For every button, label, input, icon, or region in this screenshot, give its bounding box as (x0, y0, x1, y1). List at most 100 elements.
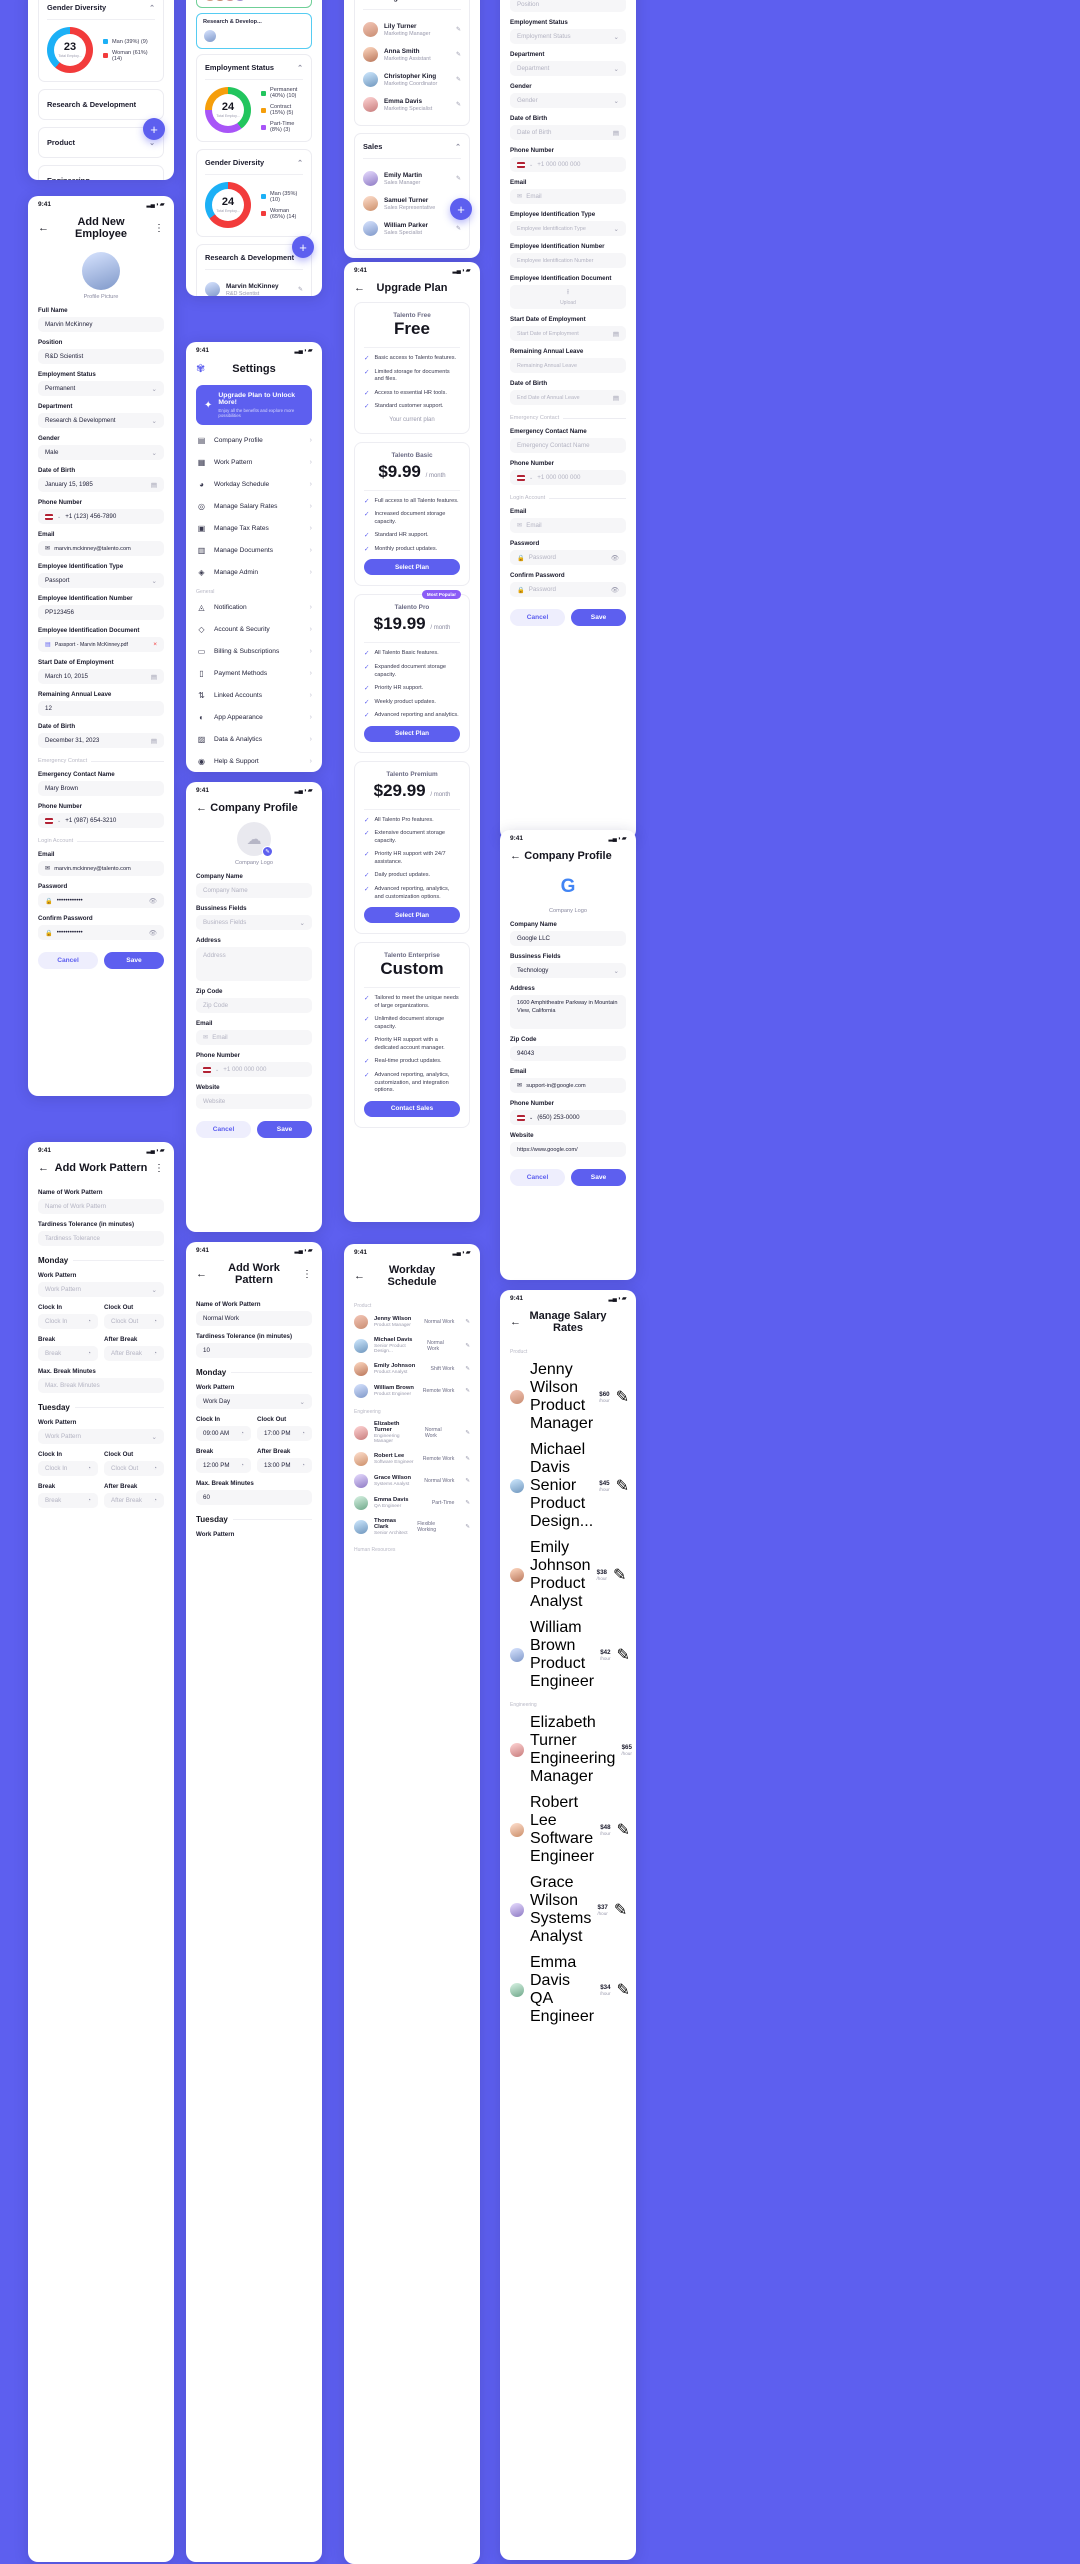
table-row[interactable]: Michael Davis Senior Product Design... Nor… (354, 1333, 470, 1358)
address-textarea[interactable]: Address (196, 947, 312, 981)
back-icon[interactable]: ← (38, 222, 52, 234)
password-input[interactable]: 🔒 •••••••••••• 👁 (38, 893, 164, 908)
back-icon[interactable]: ← (196, 802, 210, 814)
remove-icon[interactable]: × (153, 641, 157, 648)
avatar[interactable] (82, 252, 120, 290)
table-row[interactable]: Emily Johnson Product Analyst Shift Work ✎ (354, 1358, 470, 1380)
edit-icon[interactable]: ✎ (456, 175, 461, 182)
position-input[interactable]: Position (510, 0, 626, 12)
settings-item-notification[interactable]: ◬ Notification › (196, 596, 312, 618)
table-row[interactable]: Thomas Clark Senior Architect Flexible Wor… (354, 1514, 470, 1540)
eye-icon[interactable]: 👁 (611, 586, 619, 594)
list-item[interactable]: William Parker Sales Specialist ✎ (363, 216, 461, 241)
edit-icon[interactable]: ✎ (456, 225, 461, 232)
select-plan-button[interactable]: Select Plan (364, 725, 460, 742)
table-row[interactable]: Robert Lee Software Engineer Remote Work ✎ (354, 1448, 470, 1470)
settings-item-account-security[interactable]: ◇ Account & Security › (196, 618, 312, 640)
edit-icon[interactable]: ✎ (465, 1524, 470, 1530)
save-button[interactable]: Save (571, 609, 626, 626)
settings-item-workday-schedule[interactable]: ◕ Workday Schedule › (196, 473, 312, 495)
phone-input[interactable]: ⌄ +1 (123) 456-7890 (38, 509, 164, 524)
table-row[interactable]: Jenny Wilson Product Manager Normal Work ✎ (354, 1311, 470, 1333)
settings-item-salary-rates[interactable]: ◎ Manage Salary Rates › (196, 495, 312, 517)
company-logo[interactable]: G (551, 870, 585, 904)
edit-icon[interactable]: ✎ (465, 1388, 470, 1394)
id-type-select[interactable]: Employee Identification Type ⌄ (510, 221, 626, 236)
edit-icon[interactable]: ✎ (465, 1366, 470, 1372)
work-pattern-select[interactable]: Work Day ⌄ (196, 1394, 312, 1409)
after-break-input[interactable]: After Break ◔ (104, 1346, 164, 1361)
edit-icon[interactable]: ✎ (298, 286, 303, 293)
id-number-input[interactable]: PP123456 (38, 605, 164, 620)
break-input[interactable]: Break ◔ (38, 1346, 98, 1361)
email-input[interactable]: ✉ Email (510, 189, 626, 204)
edit-icon[interactable]: ✎ (465, 1430, 470, 1436)
break-input[interactable]: Break ◔ (38, 1493, 98, 1508)
cancel-button[interactable]: Cancel (38, 952, 98, 969)
employment-status-select[interactable]: Employment Status ⌄ (510, 29, 626, 44)
email-input[interactable]: ✉ marvin.mckinney@talento.com (38, 541, 164, 556)
start-date-input[interactable]: Start Date of Employment ▤ (510, 326, 626, 341)
cancel-button[interactable]: Cancel (196, 1121, 251, 1138)
clock-in-input[interactable]: Clock In ◔ (38, 1461, 98, 1476)
table-row[interactable]: Elizabeth Turner Engineering Manager Norma… (354, 1417, 470, 1448)
login-email-input[interactable]: ✉ marvin.mckinney@talento.com (38, 861, 164, 876)
cancel-button[interactable]: Cancel (510, 609, 565, 626)
phone-input[interactable]: ⌄ +1 000 000 000 (510, 157, 626, 172)
break-input[interactable]: 12:00 PM ◔ (196, 1458, 251, 1473)
list-item[interactable]: Anna Smith Marketing Assistant ✎ (363, 42, 461, 67)
back-icon[interactable]: ← (354, 282, 368, 294)
list-item[interactable]: Samuel TurnerSales Representative✎ (363, 191, 461, 216)
edit-icon[interactable]: ✎ (617, 1645, 630, 1665)
email-input[interactable]: ✉ Email (196, 1030, 312, 1045)
select-plan-button[interactable]: Select Plan (364, 907, 460, 924)
list-item[interactable]: Emma Davis Marketing Specialist ✎ (363, 92, 461, 117)
edit-icon[interactable]: ✎ (613, 1565, 626, 1585)
id-type-select[interactable]: Passport ⌄ (38, 573, 164, 588)
annual-leave-input[interactable]: 12 (38, 701, 164, 716)
list-item[interactable]: Lily Turner Marketing Manager ✎ (363, 17, 461, 42)
settings-item-admin[interactable]: ◈ Manage Admin › (196, 561, 312, 583)
pattern-name-input[interactable]: Normal Work (196, 1311, 312, 1326)
edit-icon[interactable]: ✎ (614, 1900, 627, 1920)
leave-end-date-input[interactable]: December 31, 2023 ▤ (38, 733, 164, 748)
edit-icon[interactable]: ✎ (465, 1500, 470, 1506)
table-row[interactable]: Emily Johnson Product Analyst $38/hour ✎ (510, 1535, 626, 1615)
password-input[interactable]: 🔒 Password 👁 (510, 550, 626, 565)
chevron-up-icon[interactable]: ⌃ (297, 64, 303, 72)
business-fields-select[interactable]: Business Fields ⌄ (196, 915, 312, 930)
eye-icon[interactable]: 👁 (149, 929, 157, 937)
business-fields-select[interactable]: Technology ⌄ (510, 963, 626, 978)
employment-status-select[interactable]: Permanent ⌄ (38, 381, 164, 396)
upgrade-promo-banner[interactable]: ✦ Upgrade Plan to Unlock More! Enjoy all… (196, 385, 312, 425)
save-button[interactable]: Save (104, 952, 164, 969)
edit-icon[interactable]: ✎ (617, 1980, 630, 2000)
dept-pill-marketing[interactable]: Marketing (4) (196, 0, 312, 8)
edit-icon[interactable]: ✎ (465, 1478, 470, 1484)
pattern-name-input[interactable]: Name of Work Pattern (38, 1199, 164, 1214)
edit-icon[interactable]: ✎ (617, 1820, 630, 1840)
confirm-password-input[interactable]: 🔒 Password 👁 (510, 582, 626, 597)
after-break-input[interactable]: After Break ◔ (104, 1493, 164, 1508)
table-row[interactable]: Michael Davis Senior Product Design... $45… (510, 1437, 629, 1535)
more-icon[interactable]: ⋮ (298, 1269, 312, 1280)
edit-icon[interactable]: ✎ (616, 1387, 629, 1407)
table-row[interactable]: Robert Lee Software Engineer $48/hour ✎ (510, 1790, 630, 1870)
dept-pill-rd[interactable]: Research & Develop... (196, 13, 312, 49)
back-icon[interactable]: ← (38, 1162, 52, 1174)
eye-icon[interactable]: 👁 (149, 897, 157, 905)
email-input[interactable]: ✉ support-in@google.com (510, 1078, 626, 1093)
camera-icon[interactable]: ✎ (262, 846, 273, 857)
clock-out-input[interactable]: Clock Out ◔ (104, 1314, 164, 1329)
table-row[interactable]: William Brown Product Engineer $42/hour ✎ (510, 1615, 630, 1695)
department-select[interactable]: Research & Development ⌄ (38, 413, 164, 428)
emergency-name-input[interactable]: Emergency Contact Name (510, 438, 626, 453)
table-row[interactable]: Emma Davis QA Engineer Part-Time ✎ (354, 1492, 470, 1514)
department-select[interactable]: Department ⌄ (510, 61, 626, 76)
emergency-phone-input[interactable]: ⌄ +1 000 000 000 (510, 470, 626, 485)
back-icon[interactable]: ← (354, 1270, 368, 1282)
back-icon[interactable]: ← (510, 850, 524, 862)
select-plan-button[interactable]: Select Plan (364, 559, 460, 576)
edit-icon[interactable]: ✎ (456, 101, 461, 108)
max-break-input[interactable]: 60 (196, 1490, 312, 1505)
